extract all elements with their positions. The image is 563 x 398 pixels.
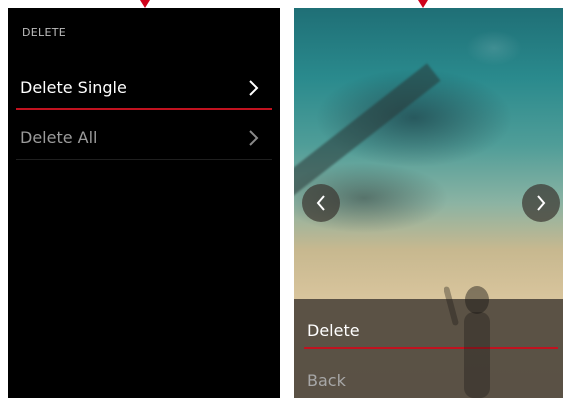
photo-review-screen: Delete Back xyxy=(294,8,563,398)
next-image-button[interactable] xyxy=(522,184,560,222)
previous-image-button[interactable] xyxy=(302,184,340,222)
chevron-left-icon xyxy=(316,195,325,211)
delete-confirm-panel: Delete Back xyxy=(294,299,563,398)
back-label: Back xyxy=(307,371,346,390)
chevron-right-icon xyxy=(249,130,259,146)
menu-item-label: Delete All xyxy=(20,128,98,147)
back-button[interactable]: Back xyxy=(304,359,558,398)
screenshot-stage: DELETE Delete Single Delete All Delete B… xyxy=(0,0,563,398)
pointer-marker-left xyxy=(140,0,150,8)
chevron-right-icon xyxy=(249,80,259,96)
delete-button[interactable]: Delete xyxy=(304,309,558,349)
menu-item-delete-all[interactable]: Delete All xyxy=(16,116,272,160)
menu-item-delete-single[interactable]: Delete Single xyxy=(16,66,272,110)
delete-label: Delete xyxy=(307,321,360,340)
menu-item-label: Delete Single xyxy=(20,78,127,97)
chevron-right-icon xyxy=(537,195,546,211)
menu-title: DELETE xyxy=(22,26,66,39)
delete-menu-screen: DELETE Delete Single Delete All xyxy=(8,8,280,398)
pointer-marker-right xyxy=(418,0,428,8)
